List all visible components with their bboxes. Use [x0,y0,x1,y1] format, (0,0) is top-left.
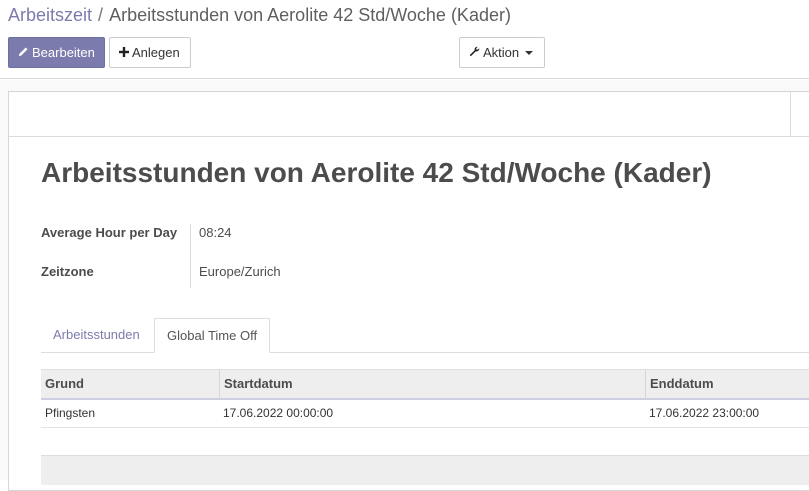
action-dropdown-button[interactable]: Aktion [459,37,545,68]
action-button-label: Aktion [483,45,520,60]
global-time-off-table: Grund Startdatum Enddatum Pfingsten 17.0… [41,369,809,485]
tab-arbeitsstunden[interactable]: Arbeitsstunden [41,318,152,353]
breadcrumb: Arbeitszeit / Arbeitsstunden von Aerolite … [8,4,511,26]
sheet-header [9,92,809,137]
content-area: Arbeitsstunden von Aerolite 42 Std/Woche… [0,80,809,491]
table-row[interactable]: Pfingsten 17.06.2022 00:00:00 17.06.2022… [41,400,809,428]
field-divider [190,224,191,288]
create-button[interactable]: Anlegen [109,37,191,68]
average-hour-value: 08:24 [199,225,232,240]
record-title: Arbeitsstunden von Aerolite 42 Std/Woche… [41,157,712,188]
tab-global-time-off[interactable]: Global Time Off [154,318,271,353]
column-header-grund[interactable]: Grund [41,370,219,399]
chevron-down-icon [525,50,534,55]
breadcrumb-separator: / [98,5,104,25]
table-header: Grund Startdatum Enddatum [41,369,809,400]
column-header-startdatum[interactable]: Startdatum [219,370,645,399]
wrench-icon [469,39,480,68]
form-sheet: Arbeitsstunden von Aerolite 42 Std/Woche… [8,91,809,491]
pencil-icon [18,39,29,68]
plus-icon [119,39,129,68]
column-header-enddatum[interactable]: Enddatum [645,370,809,399]
control-panel: Arbeitszeit / Arbeitsstunden von Aerolite … [0,0,809,79]
breadcrumb-current: Arbeitsstunden von Aerolite 42 Std/Woche… [109,5,511,25]
average-hour-label: Average Hour per Day [41,225,178,240]
cell-startdatum: 17.06.2022 00:00:00 [223,406,334,420]
sheet-header-divider [790,92,791,137]
table-footer [41,455,809,485]
edit-button[interactable]: Bearbeiten [8,37,105,68]
table-empty-row [41,428,809,455]
breadcrumb-parent-link[interactable]: Arbeitszeit [8,5,92,25]
notebook-tabs: Arbeitsstunden Global Time Off [41,318,809,353]
cell-enddatum: 17.06.2022 23:00:00 [649,406,760,420]
create-button-label: Anlegen [132,45,180,60]
timezone-label: Zeitzone [41,264,94,279]
cell-grund: Pfingsten [45,406,96,420]
timezone-value: Europe/Zurich [199,264,281,279]
edit-button-label: Bearbeiten [32,45,95,60]
